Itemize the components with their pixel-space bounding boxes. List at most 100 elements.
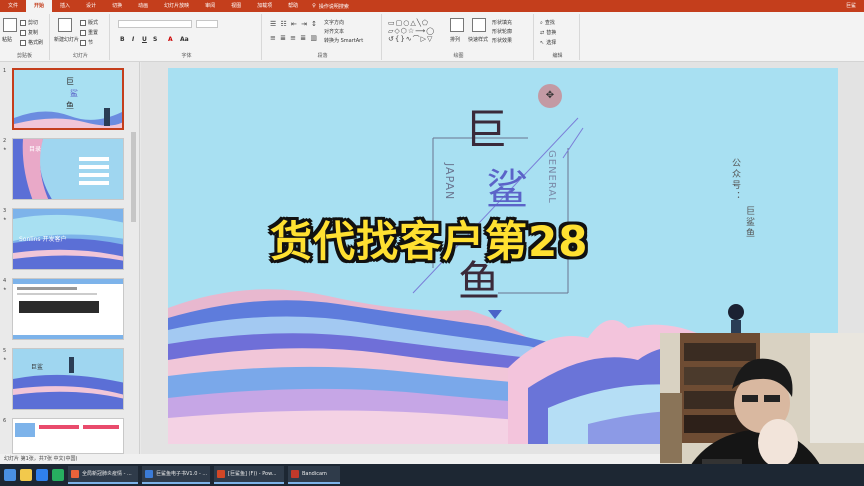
drawing-label: 绘图 xyxy=(453,53,464,59)
slide-thumbnail[interactable]: Sonlins 开发客户 xyxy=(12,208,124,270)
thumb-number: 5 xyxy=(3,348,7,354)
star-icon: ★ xyxy=(3,216,7,221)
thumb-number: 4 xyxy=(3,278,7,284)
font-group: B I U S A Aa 字体 xyxy=(112,14,262,60)
italic-button[interactable]: I xyxy=(132,36,134,43)
editing-group: ⌕ 查找 ⇄ 替换 ↖ 选择 编辑 xyxy=(536,14,580,60)
select-button[interactable]: ↖ 选择 xyxy=(540,39,556,47)
quick-styles-button[interactable]: 快速样式 xyxy=(468,36,488,43)
font-name-dropdown[interactable] xyxy=(118,20,192,28)
new-slide-icon[interactable] xyxy=(58,18,72,32)
taskbar-task[interactable]: [巨鲨鱼] (F)) - Pow... xyxy=(214,466,284,484)
tab-insert[interactable]: 插入 xyxy=(52,0,78,12)
powerpoint-icon xyxy=(217,470,225,478)
paste-button[interactable]: 粘贴 xyxy=(2,36,12,43)
thumb-art: 巨 鲨 鱼 xyxy=(14,77,122,128)
editing-label: 编辑 xyxy=(552,53,563,59)
cut-button[interactable]: 剪切 xyxy=(20,19,38,26)
replace-button[interactable]: ⇄ 替换 xyxy=(540,29,556,37)
general-text[interactable]: GENERAL xyxy=(546,150,557,204)
tab-file[interactable]: 文件 xyxy=(0,0,26,12)
edge-icon[interactable] xyxy=(36,469,48,481)
align-icons[interactable]: ≡ ≣ ≡ ≣ ▥ xyxy=(270,34,318,42)
thumb-number: 6 xyxy=(3,418,7,424)
tab-view[interactable]: 视图 xyxy=(223,0,249,12)
slide-thumbnail[interactable]: 巨 鲨 鱼 xyxy=(12,68,124,130)
quick-styles-icon[interactable] xyxy=(472,18,486,32)
taskbar-task[interactable]: Bandicam xyxy=(288,466,340,484)
slide-thumbnail[interactable] xyxy=(12,418,124,454)
highlight-icon[interactable]: Aa xyxy=(180,36,189,43)
align-text-button[interactable]: 对齐文本 xyxy=(324,28,344,35)
list-icons[interactable]: ☰ ☷ ⇤ ⇥ ↕ xyxy=(270,20,318,28)
font-label: 字体 xyxy=(181,53,192,59)
wechat-icon[interactable] xyxy=(52,469,64,481)
video-caption: 货代找客户第28 xyxy=(270,217,589,266)
ribbon: 粘贴 剪切 复制 格式刷 剪贴板 新建幻灯片 版式 重置 节 幻灯片 B I U… xyxy=(0,12,864,62)
drawing-group: ▭▢○△╲⬠ ▱◇⬡☆⟶◯ ↺{}∿⌒▷▽ 排列 快速样式 形状填充 形状轮廓 形状… xyxy=(384,14,534,60)
text-direction-button[interactable]: 文字方向 xyxy=(324,19,344,26)
layout-button[interactable]: 版式 xyxy=(80,19,98,26)
tab-transitions[interactable]: 切换 xyxy=(104,0,130,12)
thumb-art: 巨鲨 xyxy=(13,357,123,409)
star-icon: ★ xyxy=(3,286,7,291)
clipboard-label: 剪贴板 xyxy=(16,53,32,59)
shape-effects-button[interactable]: 形状效果 xyxy=(492,37,512,44)
shadow-button[interactable]: S xyxy=(153,36,157,43)
section-button[interactable]: 节 xyxy=(80,39,93,46)
move-cursor-icon: ✥ xyxy=(538,84,562,108)
find-button[interactable]: ⌕ 查找 xyxy=(540,19,555,27)
new-slide-button[interactable]: 新建幻灯片 xyxy=(54,36,79,43)
smartart-button[interactable]: 转换为 SmartArt xyxy=(324,37,363,44)
thumbnail-scrollbar[interactable] xyxy=(131,132,136,222)
arrange-icon[interactable] xyxy=(450,18,464,32)
svg-text:巨鲨: 巨鲨 xyxy=(31,364,43,371)
reset-button[interactable]: 重置 xyxy=(80,29,98,36)
tab-design[interactable]: 设计 xyxy=(78,0,104,12)
select-icon: ↖ xyxy=(540,39,545,46)
japan-text[interactable]: JAPAN xyxy=(443,163,456,200)
format-painter-button[interactable]: 格式刷 xyxy=(20,39,43,46)
tab-help[interactable]: 帮助 xyxy=(280,0,306,12)
word-icon xyxy=(145,470,153,478)
slide-thumbnail[interactable]: 巨鲨 xyxy=(12,348,124,410)
thumb-art: 目录 xyxy=(13,139,109,199)
thumb-art xyxy=(13,279,123,339)
shapes-gallery[interactable]: ▭▢○△╲⬠ ▱◇⬡☆⟶◯ ↺{}∿⌒▷▽ xyxy=(388,19,435,43)
tab-review[interactable]: 审阅 xyxy=(197,0,223,12)
taskbar-task[interactable]: 全局新冠肺炎疫情 - ... xyxy=(68,466,138,484)
tab-slideshow[interactable]: 幻灯片放映 xyxy=(156,0,197,12)
shape-outline-button[interactable]: 形状轮廓 xyxy=(492,28,512,35)
shape-fill-button[interactable]: 形状填充 xyxy=(492,19,512,26)
copy-button[interactable]: 复制 xyxy=(20,29,38,36)
slide-thumbnail[interactable]: 目录 xyxy=(12,138,124,200)
public-account-label[interactable]: 公众号： xyxy=(728,158,742,202)
slides-label: 幻灯片 xyxy=(72,53,88,59)
taskbar-task[interactable]: 巨鲨鱼电子书V1.0 - ... xyxy=(142,466,210,484)
slides-group: 新建幻灯片 版式 重置 节 幻灯片 xyxy=(52,14,110,60)
tell-me-search[interactable]: ♀ 操作说明搜索 xyxy=(312,3,349,10)
title-char-1[interactable]: 巨 xyxy=(465,96,507,157)
tab-addins[interactable]: 加载项 xyxy=(249,0,280,12)
layout-icon xyxy=(80,19,86,26)
thumb-number: 3 xyxy=(3,208,7,214)
font-size-dropdown[interactable] xyxy=(196,20,218,28)
font-color-icon[interactable]: A xyxy=(168,36,173,43)
tab-animations[interactable]: 动画 xyxy=(130,0,156,12)
bold-button[interactable]: B xyxy=(120,36,125,43)
slide-thumbnail[interactable] xyxy=(12,278,124,340)
folder-icon[interactable] xyxy=(20,469,32,481)
bandicam-icon xyxy=(291,470,299,478)
paste-icon[interactable] xyxy=(3,18,17,32)
thumb-number: 1 xyxy=(3,68,7,74)
arrange-button[interactable]: 排列 xyxy=(450,36,460,43)
svg-text:巨: 巨 xyxy=(66,77,74,86)
user-name[interactable]: 巨鲨 xyxy=(846,0,856,12)
clipboard-group: 粘贴 剪切 复制 格式刷 剪贴板 xyxy=(0,14,50,60)
thumb-art xyxy=(15,423,119,437)
tab-home[interactable]: 开始 xyxy=(26,0,53,12)
windows-start-icon[interactable] xyxy=(4,469,16,481)
public-account-name[interactable]: 巨鲨鱼 xyxy=(743,206,756,239)
underline-button[interactable]: U xyxy=(142,36,147,43)
copy-icon xyxy=(20,29,26,36)
